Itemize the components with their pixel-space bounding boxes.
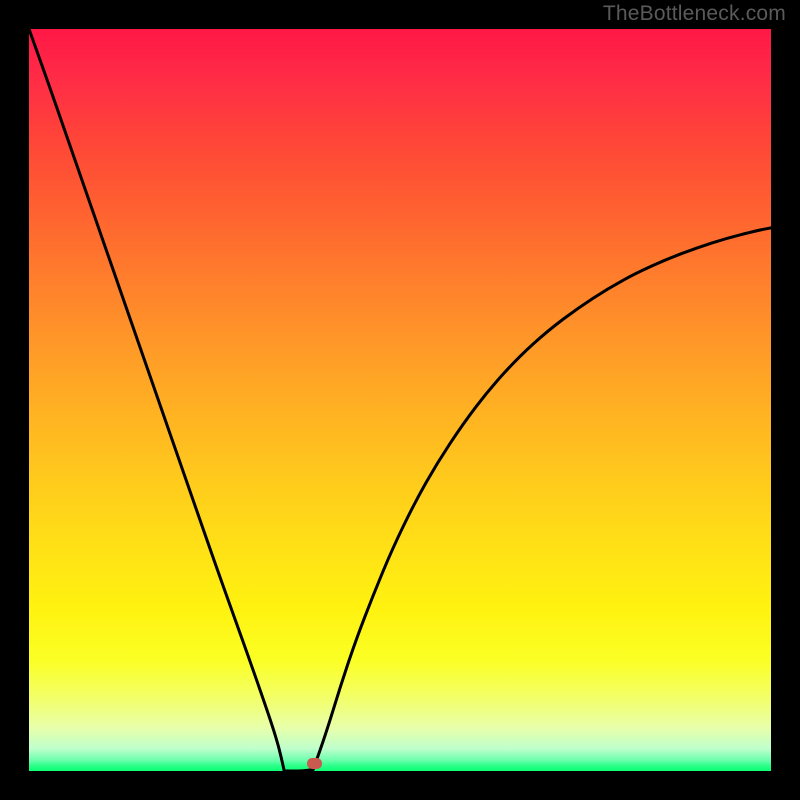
watermark-text: TheBottleneck.com xyxy=(603,2,786,26)
optimum-marker xyxy=(307,758,322,769)
curve-svg xyxy=(29,29,771,771)
plot-area xyxy=(29,29,771,771)
curve-floor xyxy=(284,770,313,771)
curve-right xyxy=(313,228,771,770)
curve-left xyxy=(29,29,284,771)
